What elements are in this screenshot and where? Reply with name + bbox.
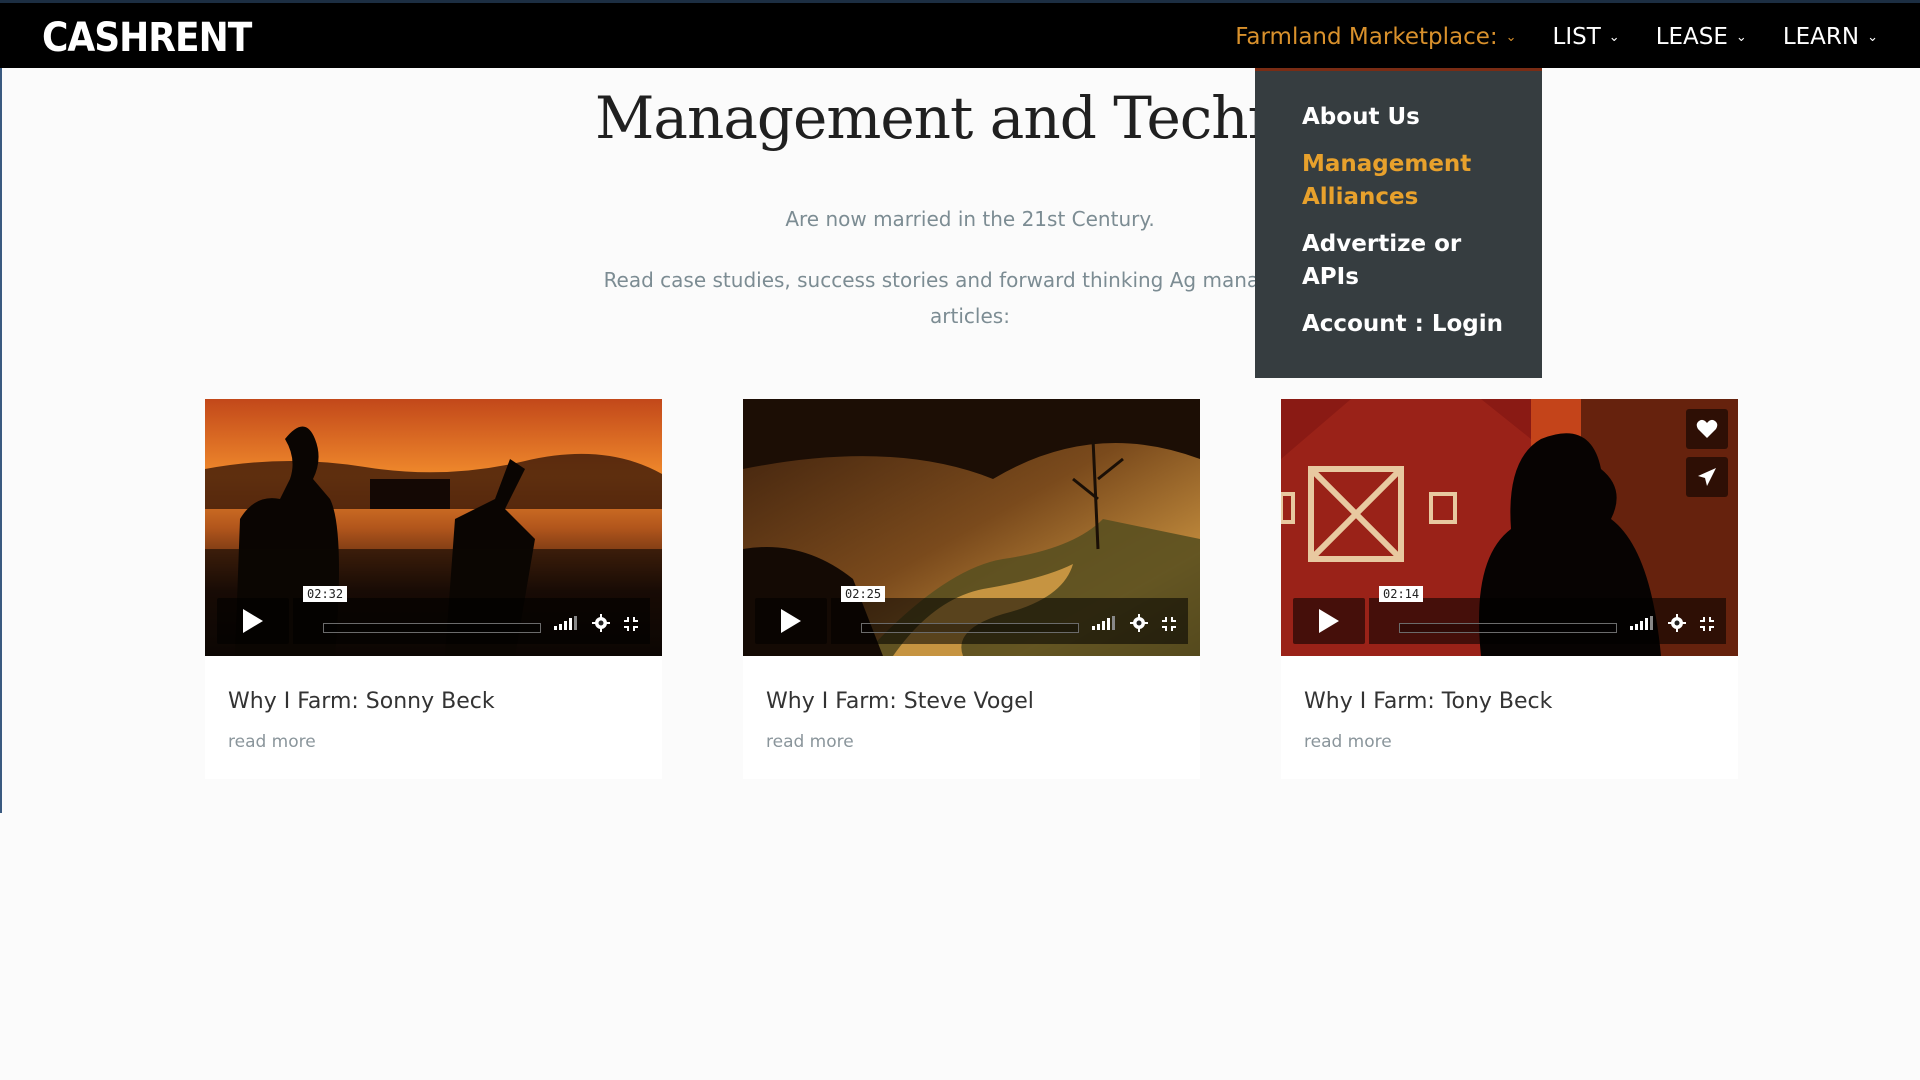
play-button[interactable] [755,598,827,644]
fullscreen-icon[interactable] [623,616,639,632]
play-button[interactable] [217,598,289,644]
video-progress-bar[interactable] [1399,623,1617,633]
video-player[interactable]: 02:14 [1281,399,1738,656]
play-button[interactable] [1293,598,1365,644]
main-nav: Farmland Marketplace: ⌄ LIST ⌄ LEASE ⌄ L… [1217,3,1896,71]
fullscreen-icon[interactable] [1161,616,1177,632]
dropdown-item-about-us[interactable]: About Us [1302,101,1512,134]
dropdown-item-account-login[interactable]: Account : Login [1302,308,1512,341]
paper-plane-icon [1698,468,1716,486]
video-progress-bar[interactable] [323,623,541,633]
play-icon [1319,609,1339,633]
volume-icon[interactable] [1630,616,1656,630]
volume-icon[interactable] [554,616,580,630]
fullscreen-icon[interactable] [1699,616,1715,632]
video-controls: 02:25 [755,586,1188,644]
nav-label: Farmland Marketplace: [1235,24,1498,50]
chevron-down-icon: ⌄ [1608,29,1620,45]
like-button[interactable] [1686,409,1728,449]
video-player[interactable]: 02:32 [205,399,662,656]
nav-farmland-marketplace[interactable]: Farmland Marketplace: ⌄ [1217,3,1534,71]
page-description: Read case studies, success stories and f… [603,268,1337,328]
card-title[interactable]: Why I Farm: Sonny Beck [228,689,495,714]
nav-label: LEASE [1655,24,1728,50]
page-edge-line [0,68,2,813]
nav-list[interactable]: LIST ⌄ [1535,3,1638,71]
video-player[interactable]: 02:25 [743,399,1200,656]
video-duration: 02:32 [303,586,348,602]
chevron-down-icon: ⌄ [1867,29,1878,45]
video-card: 02:25 Why I Farm: Steve Vogel read more [743,399,1200,779]
video-controls: 02:14 [1293,586,1726,644]
video-progress-bar[interactable] [861,623,1079,633]
read-more-link[interactable]: read more [1304,732,1392,752]
nav-lease[interactable]: LEASE ⌄ [1638,3,1765,71]
read-more-link[interactable]: read more [766,732,854,752]
dropdown-item-advertize-apis[interactable]: Advertize or APIs [1302,228,1512,294]
nav-label: LIST [1552,24,1601,50]
chevron-down-icon: ⌄ [1735,29,1747,45]
settings-gear-icon[interactable] [1668,614,1686,632]
card-title[interactable]: Why I Farm: Tony Beck [1304,689,1552,714]
video-card: 02:32 Why I Farm: Sonny Beck read more [205,399,662,779]
volume-icon[interactable] [1092,616,1118,630]
nav-learn[interactable]: LEARN ⌄ [1765,3,1896,71]
page-title: Management and Technology [595,84,1255,152]
video-duration: 02:14 [1379,586,1424,602]
play-icon [243,609,263,633]
top-navigation-bar: CASHRENT Farmland Marketplace: ⌄ LIST ⌄ … [0,0,1920,68]
share-button[interactable] [1686,457,1728,497]
play-icon [781,609,801,633]
settings-gear-icon[interactable] [1130,614,1148,632]
dropdown-item-management-alliances[interactable]: Management Alliances [1302,148,1512,214]
heart-icon [1696,419,1718,438]
video-controls: 02:32 [217,586,650,644]
chevron-down-icon: ⌄ [1505,29,1517,45]
video-duration: 02:25 [841,586,886,602]
settings-gear-icon[interactable] [592,614,610,632]
farmland-marketplace-dropdown: About Us Management Alliances Advertize … [1255,68,1542,378]
card-title[interactable]: Why I Farm: Steve Vogel [766,689,1034,714]
read-more-link[interactable]: read more [228,732,316,752]
nav-label: LEARN [1782,24,1860,50]
video-card: 02:14 Why I Farm: Tony Beck read more [1281,399,1738,779]
cashrent-logo[interactable]: CASHRENT [42,15,252,61]
